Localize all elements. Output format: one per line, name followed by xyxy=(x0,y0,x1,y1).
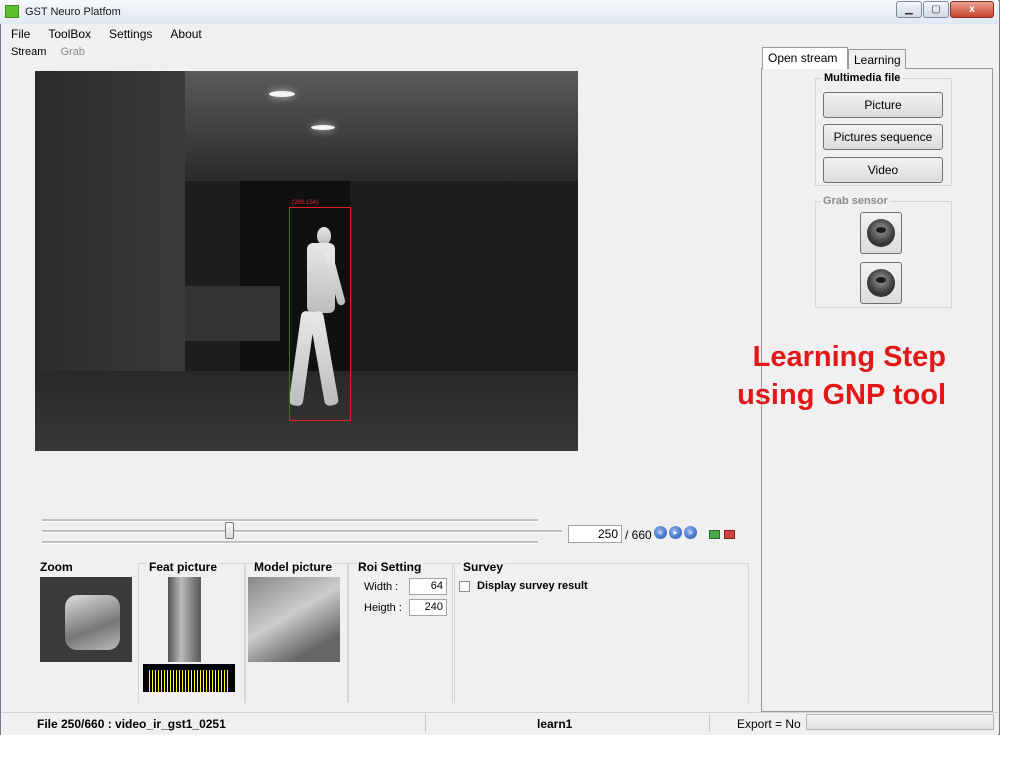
next-icon[interactable]: » xyxy=(684,526,697,539)
frame-input[interactable]: 250 xyxy=(568,525,622,543)
slider-track xyxy=(42,541,538,544)
video-view[interactable]: (289-154) xyxy=(35,71,578,451)
camera-play-icon xyxy=(867,269,895,297)
menu-toolbox[interactable]: ToolBox xyxy=(39,24,100,44)
status-export: Export = No xyxy=(737,717,801,731)
feat-picture xyxy=(168,577,201,662)
export-all-icon[interactable] xyxy=(724,530,735,539)
annotation-line1: Learning Step xyxy=(752,341,946,373)
width-input[interactable]: 64 xyxy=(409,578,447,595)
tab-learning[interactable]: Learning xyxy=(848,49,906,69)
tab-open-stream[interactable]: Open stream xyxy=(762,47,848,69)
ceiling-lamp xyxy=(269,91,295,97)
status-mode: learn1 xyxy=(537,717,573,731)
progress-bar xyxy=(806,714,994,730)
roi-box[interactable] xyxy=(289,207,351,421)
menu-settings[interactable]: Settings xyxy=(100,24,161,44)
display-survey-checkbox[interactable] xyxy=(459,581,470,592)
title-bar[interactable]: GST Neuro Platfom ▁ ▢ x xyxy=(0,0,998,24)
grab-camera-button[interactable] xyxy=(860,212,902,254)
zoom-content xyxy=(65,595,120,650)
survey-label: Survey xyxy=(461,560,506,574)
zoom-view xyxy=(40,577,132,662)
app-icon xyxy=(5,5,19,18)
play-icon[interactable]: ▸ xyxy=(669,526,682,539)
multimedia-title: Multimedia file xyxy=(822,72,903,84)
ceiling-lamp xyxy=(311,125,335,130)
minimize-button[interactable]: ▁ xyxy=(896,1,922,18)
status-divider xyxy=(425,714,426,732)
seek-slider[interactable] xyxy=(42,530,562,533)
roi-label: (289-154) xyxy=(292,200,319,206)
model-picture xyxy=(248,577,340,662)
export-icon[interactable] xyxy=(709,530,720,539)
picture-button[interactable]: Picture xyxy=(823,92,943,118)
height-input[interactable]: 240 xyxy=(409,599,447,616)
grab-sensor-title: Grab sensor xyxy=(821,195,890,207)
feat-picture-label: Feat picture xyxy=(147,560,220,574)
menu-about[interactable]: About xyxy=(161,24,210,44)
menu-file[interactable]: File xyxy=(1,24,39,44)
maximize-button[interactable]: ▢ xyxy=(923,1,949,18)
camera-icon xyxy=(867,219,895,247)
histogram-bars xyxy=(149,670,229,692)
close-button[interactable]: x xyxy=(950,1,994,18)
height-label: Heigth : xyxy=(364,602,402,614)
stream-tab[interactable]: Stream xyxy=(1,44,53,62)
feat-histogram xyxy=(143,664,235,692)
status-divider xyxy=(709,714,710,732)
pictures-sequence-button[interactable]: Pictures sequence xyxy=(823,124,943,150)
frame-total: / 660 xyxy=(625,528,652,542)
zoom-label: Zoom xyxy=(40,560,73,574)
display-survey-label[interactable]: Display survey result xyxy=(477,580,588,592)
background-furniture xyxy=(185,286,280,341)
grab-tab[interactable]: Grab xyxy=(53,44,91,62)
video-button[interactable]: Video xyxy=(823,157,943,183)
width-label: Width : xyxy=(364,581,399,593)
grab-camera-play-button[interactable] xyxy=(860,262,902,304)
menu-bar: File ToolBox Settings About xyxy=(1,24,998,44)
model-picture-label: Model picture xyxy=(252,560,335,574)
toolbar: Stream Grab xyxy=(1,44,92,62)
status-file: File 250/660 : video_ir_gst1_0251 xyxy=(37,717,226,731)
roi-setting-label: Roi Setting xyxy=(356,560,424,574)
annotation-line2: using GNP tool xyxy=(737,379,946,411)
previous-icon[interactable]: « xyxy=(654,526,667,539)
slider-thumb[interactable] xyxy=(225,522,235,539)
window-title: GST Neuro Platfom xyxy=(25,6,121,18)
slider-track xyxy=(42,519,538,522)
